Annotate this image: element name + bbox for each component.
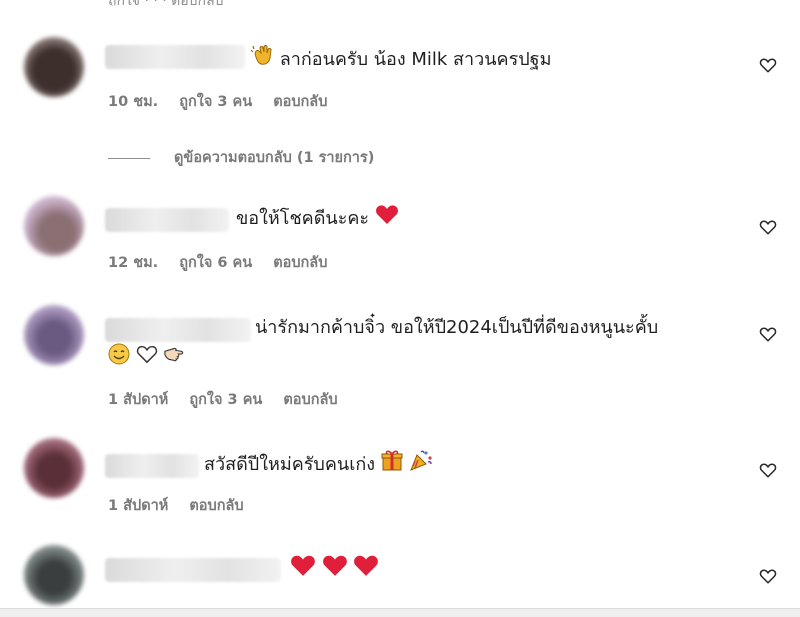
party-popper-emoji [409, 449, 433, 481]
comment-meta: 1 สัปดาห์ ถูกใจ 3 คน ตอบกลับ [108, 388, 354, 411]
comment-time: 10 ชม. [108, 94, 159, 110]
like-count[interactable]: ถูกใจ 3 คน [189, 392, 262, 408]
reply-button[interactable]: ตอบกลับ [273, 94, 327, 110]
avatar[interactable] [24, 37, 84, 97]
avatar[interactable] [24, 305, 84, 365]
comment-time: 1 สัปดาห์ [108, 498, 169, 514]
heart-outline-icon[interactable] [759, 461, 777, 479]
reply-button[interactable]: ตอบกลับ [189, 498, 243, 514]
reply-button[interactable]: ตอบกลับ [273, 255, 327, 271]
username-redacted[interactable] [105, 318, 251, 342]
avatar[interactable] [24, 196, 84, 256]
comment-text [290, 553, 379, 587]
gift-emoji [381, 449, 403, 481]
divider-line [108, 157, 150, 159]
pointing-hand-emoji [163, 344, 185, 374]
comment-time: 1 สัปดาห์ [108, 392, 169, 408]
username-redacted[interactable] [105, 208, 229, 232]
comment-emoji-row [108, 343, 185, 375]
waving-hand-emoji [250, 43, 274, 77]
comment-text: สวัสดีปีใหม่ครับคนเก่ง [204, 449, 433, 481]
comment-text: ลาก่อนครับ น้อง Milk สาวนครปฐม [250, 43, 551, 77]
reply-button[interactable]: ตอบกลับ [283, 392, 337, 408]
comment-meta: 10 ชม. ถูกใจ 3 คน ตอบกลับ [108, 90, 343, 113]
white-heart-emoji [136, 344, 158, 374]
red-heart-emoji [322, 553, 348, 587]
red-heart-emoji [353, 553, 379, 587]
comment-text: น่ารักมากค้าบจิ๋ว ขอให้ปี2024เป็นปีที่ดี… [255, 317, 659, 338]
red-heart-emoji [375, 203, 399, 235]
comment-meta: 12 ชม. ถูกใจ 6 คน ตอบกลับ [108, 251, 343, 274]
username-redacted[interactable] [105, 454, 199, 478]
bottom-scroll-edge [0, 608, 800, 617]
heart-outline-icon[interactable] [759, 56, 777, 74]
comment-time: 12 ชม. [108, 255, 159, 271]
heart-outline-icon[interactable] [759, 567, 777, 585]
heart-outline-icon[interactable] [759, 218, 777, 236]
view-replies-button[interactable]: ดูข้อความตอบกลับ (1 รายการ) [108, 146, 374, 169]
username-redacted[interactable] [105, 558, 281, 582]
avatar[interactable] [24, 545, 84, 605]
like-count[interactable]: ถูกใจ 6 คน [179, 255, 252, 271]
smiling-face-emoji [108, 343, 130, 375]
red-heart-emoji [290, 553, 316, 587]
comment-meta: 1 สัปดาห์ ตอบกลับ [108, 494, 260, 517]
cut-off-meta-top: ถูกใจ · · · ตอบกลับ [0, 0, 800, 6]
comment-text: ขอให้โชคดีนะคะ [236, 203, 399, 235]
heart-outline-icon[interactable] [759, 325, 777, 343]
avatar[interactable] [24, 438, 84, 498]
username-redacted[interactable] [105, 45, 245, 69]
like-count[interactable]: ถูกใจ 3 คน [179, 94, 252, 110]
